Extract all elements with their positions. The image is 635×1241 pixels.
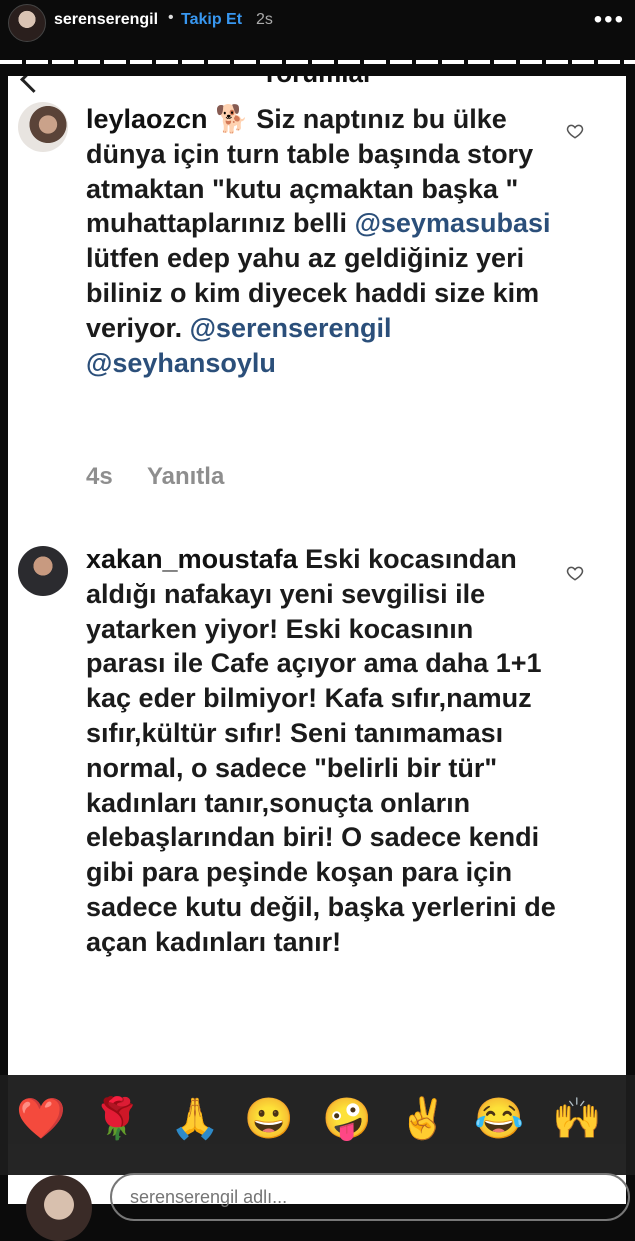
comment-time: 4s	[86, 463, 113, 490]
victory-emoji-button[interactable]: ✌️	[398, 1095, 448, 1142]
panel-title: Yorumlar	[8, 76, 626, 89]
heart-emoji-button[interactable]: ❤️	[16, 1095, 66, 1142]
story-timestamp: 2s	[256, 11, 273, 28]
reply-link: Yanıtla	[146, 463, 225, 490]
comment-username: xakan_moustafa	[86, 544, 298, 574]
reply-avatar	[26, 1175, 92, 1241]
comment-avatar	[18, 546, 68, 596]
rose-emoji-button[interactable]: 🌹	[92, 1095, 142, 1142]
follow-button[interactable]: Takip Et	[181, 11, 242, 29]
mention-link: @seyhansoylu	[86, 347, 276, 378]
comments-screenshot: Yorumlar leylaozcn 🐕 Siz naptınız bu ülk…	[8, 76, 626, 1204]
mention-link: @seymasubasi	[354, 208, 551, 239]
comment-text: leylaozcn 🐕 Siz naptınız bu ülke dünya i…	[86, 102, 556, 380]
heart-icon	[566, 566, 584, 581]
quick-reactions-bar: ❤️ 🌹 🙏 😀 🤪 ✌️ 😂 🙌	[0, 1075, 635, 1175]
avatar[interactable]	[8, 4, 46, 42]
zany-emoji-button[interactable]: 🤪	[322, 1095, 372, 1142]
grin-emoji-button[interactable]: 😀	[244, 1095, 294, 1142]
story-username[interactable]: serenserengil	[54, 11, 158, 29]
comment-meta: 4s Yanıtla	[86, 463, 252, 491]
more-options-icon[interactable]: •••	[594, 6, 625, 34]
heart-icon	[566, 124, 584, 139]
story-progress-bar	[0, 60, 635, 64]
reply-input[interactable]	[110, 1173, 630, 1221]
reply-bar	[0, 1165, 635, 1241]
laugh-emoji-button[interactable]: 😂	[474, 1095, 524, 1142]
pray-emoji-button[interactable]: 🙏	[170, 1095, 220, 1142]
comment-body: Eski kocasından aldığı nafakayı yeni sev…	[86, 544, 556, 957]
dog-emoji: 🐕	[215, 104, 249, 134]
story-header: serenserengil • Takip Et 2s •••	[0, 0, 635, 48]
raised-hands-emoji-button[interactable]: 🙌	[552, 1095, 602, 1142]
comment-avatar	[18, 102, 68, 152]
mention-link: @serenserengil	[189, 312, 392, 343]
comment-text: xakan_moustafa Eski kocasından aldığı na…	[86, 542, 556, 960]
separator-dot: •	[168, 9, 174, 26]
comment-username: leylaozcn	[86, 104, 208, 134]
